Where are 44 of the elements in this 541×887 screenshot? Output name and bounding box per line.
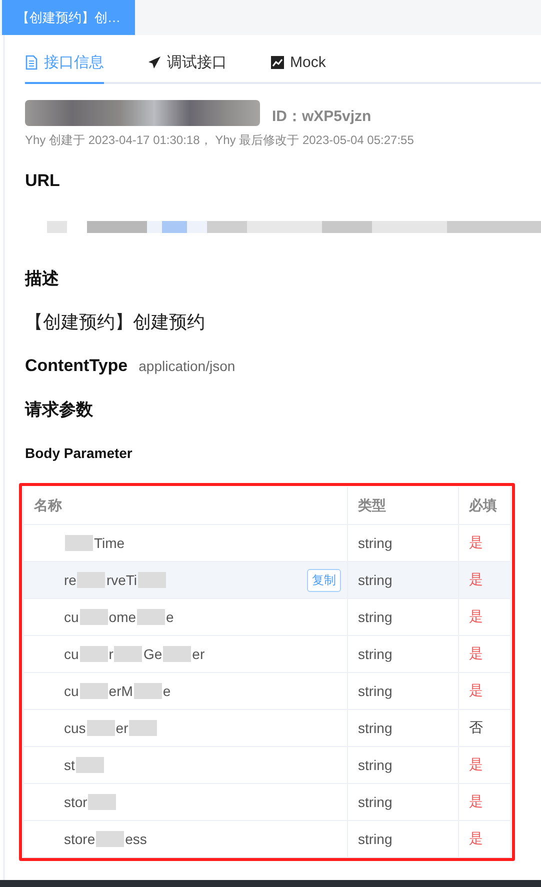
parameter-name: stor — [64, 794, 118, 810]
table-cell: string — [348, 562, 458, 598]
table-cell: string — [348, 746, 458, 784]
parameter-name: cu ome e — [64, 609, 174, 625]
subsection-heading: Body Parameter — [25, 445, 134, 461]
table-cell: string — [348, 710, 458, 746]
required-value: 是 — [469, 793, 483, 809]
parameter-name: re rveTi — [64, 572, 168, 588]
required-value: 是 — [469, 645, 483, 661]
content-type-value: application/json — [138, 358, 236, 374]
required-value: 是 — [469, 756, 483, 772]
content-type-label: ContentType — [25, 356, 128, 376]
table-cell: string — [348, 820, 458, 858]
parameter-name: cu erM e — [64, 683, 171, 699]
table-cell: string — [348, 598, 458, 636]
required-value: 是 — [469, 571, 483, 587]
required-value: 是 — [469, 534, 483, 550]
section-heading: 描述 — [25, 268, 60, 290]
table-cell: string — [348, 636, 458, 672]
required-value: 是 — [469, 830, 483, 846]
table-cell: string — [348, 524, 458, 562]
description-text: 【创建预约】创建预约 — [25, 311, 206, 334]
table-cell: string — [348, 784, 458, 820]
section-heading: 请求参数 — [25, 399, 94, 421]
send-icon — [148, 56, 161, 69]
document-tab[interactable]: 【创建预约】创… — [2, 0, 135, 35]
parameter-name: store ess — [64, 831, 147, 847]
required-value: 是 — [469, 608, 483, 624]
parameter-name: cu r Ge er — [64, 646, 205, 662]
required-value: 是 — [469, 682, 483, 698]
parameter-name: st — [64, 757, 105, 773]
section-heading: URL — [25, 171, 61, 191]
parameter-name: cus er — [64, 720, 158, 736]
copy-button[interactable]: 复制 — [307, 568, 341, 592]
tab[interactable]: Mock — [271, 53, 326, 84]
tab[interactable]: 接口信息 — [25, 53, 104, 84]
parameter-name: Time — [64, 535, 125, 551]
document-icon — [25, 55, 38, 70]
meta-text: Yhy 创建于 2023-04-17 01:30:18， Yhy 最后修改于 2023-05-04 05:27:55 — [25, 132, 415, 149]
interface-id: ID：wXP5vjzn — [272, 107, 372, 126]
required-value: 否 — [469, 719, 483, 735]
tab[interactable]: 调试接口 — [148, 53, 227, 84]
table-cell: string — [348, 672, 458, 710]
chart-icon — [271, 56, 284, 69]
